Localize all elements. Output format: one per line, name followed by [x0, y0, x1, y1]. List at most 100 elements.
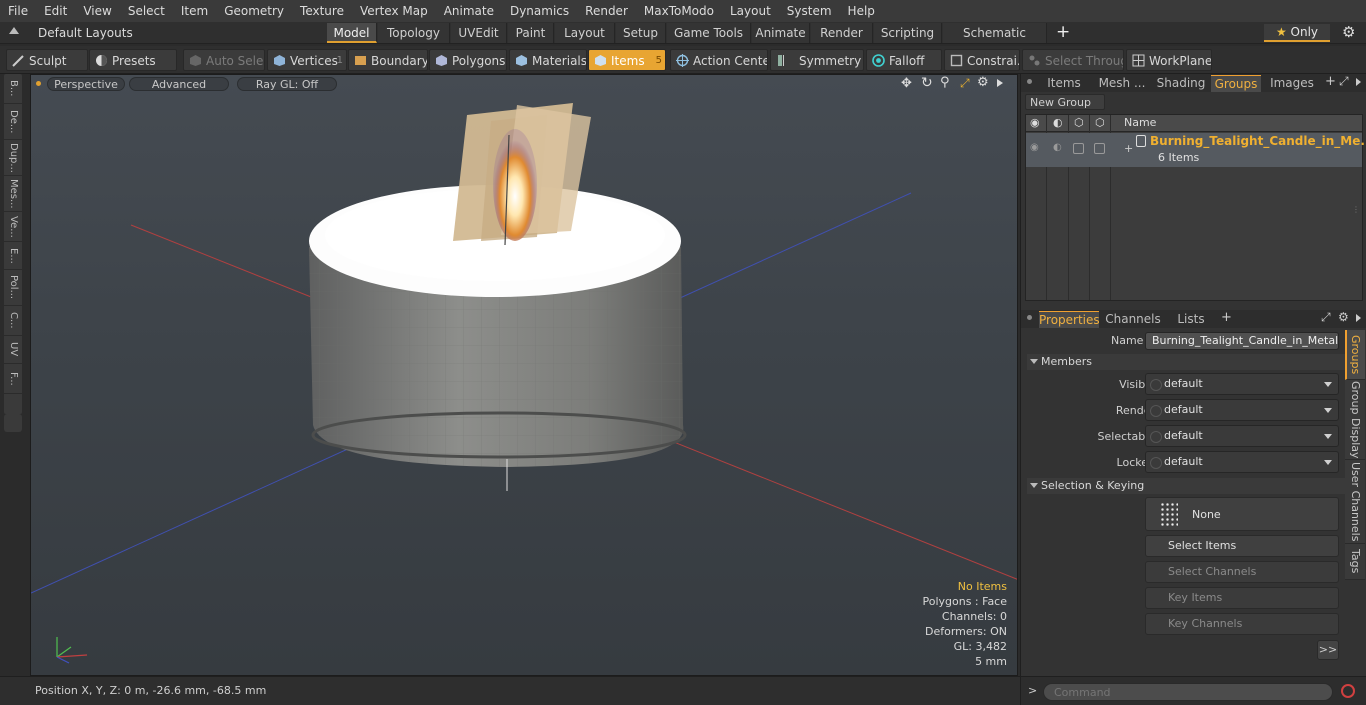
strip-tab-duplicate[interactable]: Dup... [4, 140, 22, 176]
strip-extra-button[interactable] [4, 414, 22, 432]
tab-properties[interactable]: Properties [1039, 311, 1100, 328]
properties-menu-dot-icon[interactable] [1027, 315, 1032, 320]
tab-images[interactable]: Images [1263, 75, 1321, 92]
tab-items[interactable]: Items [1037, 75, 1091, 92]
fit-view-icon[interactable]: ⤢ [960, 76, 970, 91]
tab-channels[interactable]: Channels [1103, 311, 1163, 328]
menu-file[interactable]: File [0, 0, 36, 22]
visible-dropdown[interactable]: default [1145, 373, 1339, 395]
eye-icon[interactable]: ◉ [1030, 116, 1040, 129]
menu-select[interactable]: Select [120, 0, 173, 22]
render-icon[interactable]: ◐ [1053, 116, 1063, 129]
props-expand-icon[interactable] [1356, 314, 1361, 322]
selectable-icon[interactable]: ⬡ [1074, 116, 1084, 129]
sculpt-button[interactable]: Sculpt [6, 49, 88, 71]
zoom-view-icon[interactable]: ⚲ [940, 75, 950, 90]
tab-render[interactable]: Render [811, 23, 873, 43]
menu-help[interactable]: Help [840, 0, 883, 22]
side-tab-group-display[interactable]: Group Display [1345, 380, 1365, 460]
tab-schematic-fusion[interactable]: Schematic Fusion [943, 23, 1047, 60]
viewport-expand-icon[interactable] [997, 79, 1003, 87]
add-panel-tab-icon[interactable]: + [1325, 74, 1336, 89]
menu-view[interactable]: View [75, 0, 119, 22]
items-button[interactable]: Items 5 [588, 49, 666, 71]
viewport-settings-icon[interactable]: ⚙ [977, 75, 989, 90]
strip-tab-edge[interactable]: E... [4, 242, 22, 270]
strip-tab-deform[interactable]: De... [4, 104, 22, 140]
new-group-button[interactable]: New Group [1025, 94, 1105, 110]
render-dropdown[interactable]: default [1145, 399, 1339, 421]
more-button[interactable]: >> [1317, 640, 1339, 660]
materials-button[interactable]: Materials [509, 49, 587, 71]
boundary-button[interactable]: Boundary [348, 49, 428, 71]
side-tab-groups[interactable]: Groups [1345, 330, 1365, 380]
row-eye-icon[interactable]: ◉ [1030, 142, 1039, 153]
menu-geometry[interactable]: Geometry [216, 0, 292, 22]
strip-tab-uv[interactable]: UV [4, 336, 22, 364]
move-view-icon[interactable]: ✥ [901, 76, 912, 91]
tab-animate[interactable]: Animate [752, 23, 810, 43]
tab-setup[interactable]: Setup [616, 23, 666, 43]
auto-select-button[interactable]: Auto Select [183, 49, 265, 71]
layout-preset-dropdown[interactable]: Default Layouts [38, 24, 138, 54]
row-render-icon[interactable]: ◐ [1053, 142, 1062, 153]
tab-groups[interactable]: Groups [1211, 75, 1261, 92]
action-center-button[interactable]: Action Center [670, 49, 768, 71]
add-tab-button[interactable]: + [1056, 22, 1070, 42]
strip-tab-mesh-edit[interactable]: Mes... [4, 176, 22, 212]
menu-animate[interactable]: Animate [436, 0, 502, 22]
strip-tab-fusion[interactable]: F... [4, 364, 22, 394]
row-select-checkbox[interactable] [1073, 143, 1084, 154]
menu-texture[interactable]: Texture [292, 0, 352, 22]
selectable-dropdown[interactable]: default [1145, 425, 1339, 447]
key-channels-button[interactable]: Key Channels [1145, 613, 1339, 635]
only-toggle[interactable]: ★ Only [1264, 24, 1330, 42]
props-gear-icon[interactable]: ⚙ [1338, 310, 1349, 324]
menu-dynamics[interactable]: Dynamics [502, 0, 577, 22]
strip-tab-polygon[interactable]: Pol... [4, 270, 22, 306]
gear-icon[interactable]: ⚙ [1342, 23, 1355, 41]
menu-render[interactable]: Render [577, 0, 636, 22]
falloff-button[interactable]: Falloff [866, 49, 942, 71]
tab-uvedit[interactable]: UVEdit [451, 23, 507, 43]
expand-icon[interactable]: + [1124, 142, 1133, 155]
maximize-props-icon[interactable]: ⤢ [1321, 310, 1331, 325]
strip-tab-vertex[interactable]: Ve... [4, 212, 22, 242]
menu-edit[interactable]: Edit [36, 0, 75, 22]
group-row[interactable]: ◉ ◐ + Burning_Tealight_Candle_in_Me... 6… [1026, 133, 1366, 167]
menu-item[interactable]: Item [173, 0, 216, 22]
locked-dropdown[interactable]: default [1145, 451, 1339, 473]
none-button[interactable]: None [1145, 497, 1339, 531]
symmetry-button[interactable]: Symmetry [770, 49, 864, 71]
lock-icon[interactable]: ⬡ [1095, 116, 1105, 129]
presets-button[interactable]: Presets [89, 49, 177, 71]
select-through-button[interactable]: Select Through [1022, 49, 1124, 71]
view-type-button[interactable]: Perspective [47, 77, 125, 91]
strip-tab-basic[interactable]: B... [4, 74, 22, 104]
3d-viewport[interactable]: Perspective Advanced Ray GL: Off ✥ ↻ ⚲ ⤢… [30, 74, 1018, 676]
command-input[interactable] [1043, 683, 1333, 701]
tab-model[interactable]: Model [327, 23, 377, 43]
name-field[interactable]: Burning_Tealight_Candle_in_Metal_Cu [1145, 332, 1339, 350]
rotate-view-icon[interactable]: ↻ [921, 75, 933, 91]
menu-maxtomodo[interactable]: MaxToModo [636, 0, 722, 22]
members-section[interactable]: Members [1027, 354, 1359, 370]
panel-expand-icon[interactable] [1356, 78, 1361, 86]
viewport-menu-dot-icon[interactable] [36, 81, 41, 86]
side-tab-user-channels[interactable]: User Channels [1345, 460, 1365, 544]
key-items-button[interactable]: Key Items [1145, 587, 1339, 609]
maximize-panel-icon[interactable]: ⤢ [1339, 74, 1349, 89]
menu-layout[interactable]: Layout [722, 0, 779, 22]
constraints-button[interactable]: Constrai... [944, 49, 1020, 71]
tab-paint[interactable]: Paint [508, 23, 554, 43]
tab-game-tools[interactable]: Game Tools [667, 23, 751, 43]
record-icon[interactable] [1341, 684, 1355, 698]
polygons-button[interactable]: Polygons [429, 49, 507, 71]
tab-scripting[interactable]: Scripting [874, 23, 942, 43]
select-items-button[interactable]: Select Items [1145, 535, 1339, 557]
workplane-button[interactable]: WorkPlane [1126, 49, 1212, 71]
layout-collapse-icon[interactable] [9, 27, 19, 34]
menu-vertex-map[interactable]: Vertex Map [352, 0, 436, 22]
tab-layout[interactable]: Layout [555, 23, 615, 43]
selection-keying-section[interactable]: Selection & Keying [1027, 478, 1359, 494]
